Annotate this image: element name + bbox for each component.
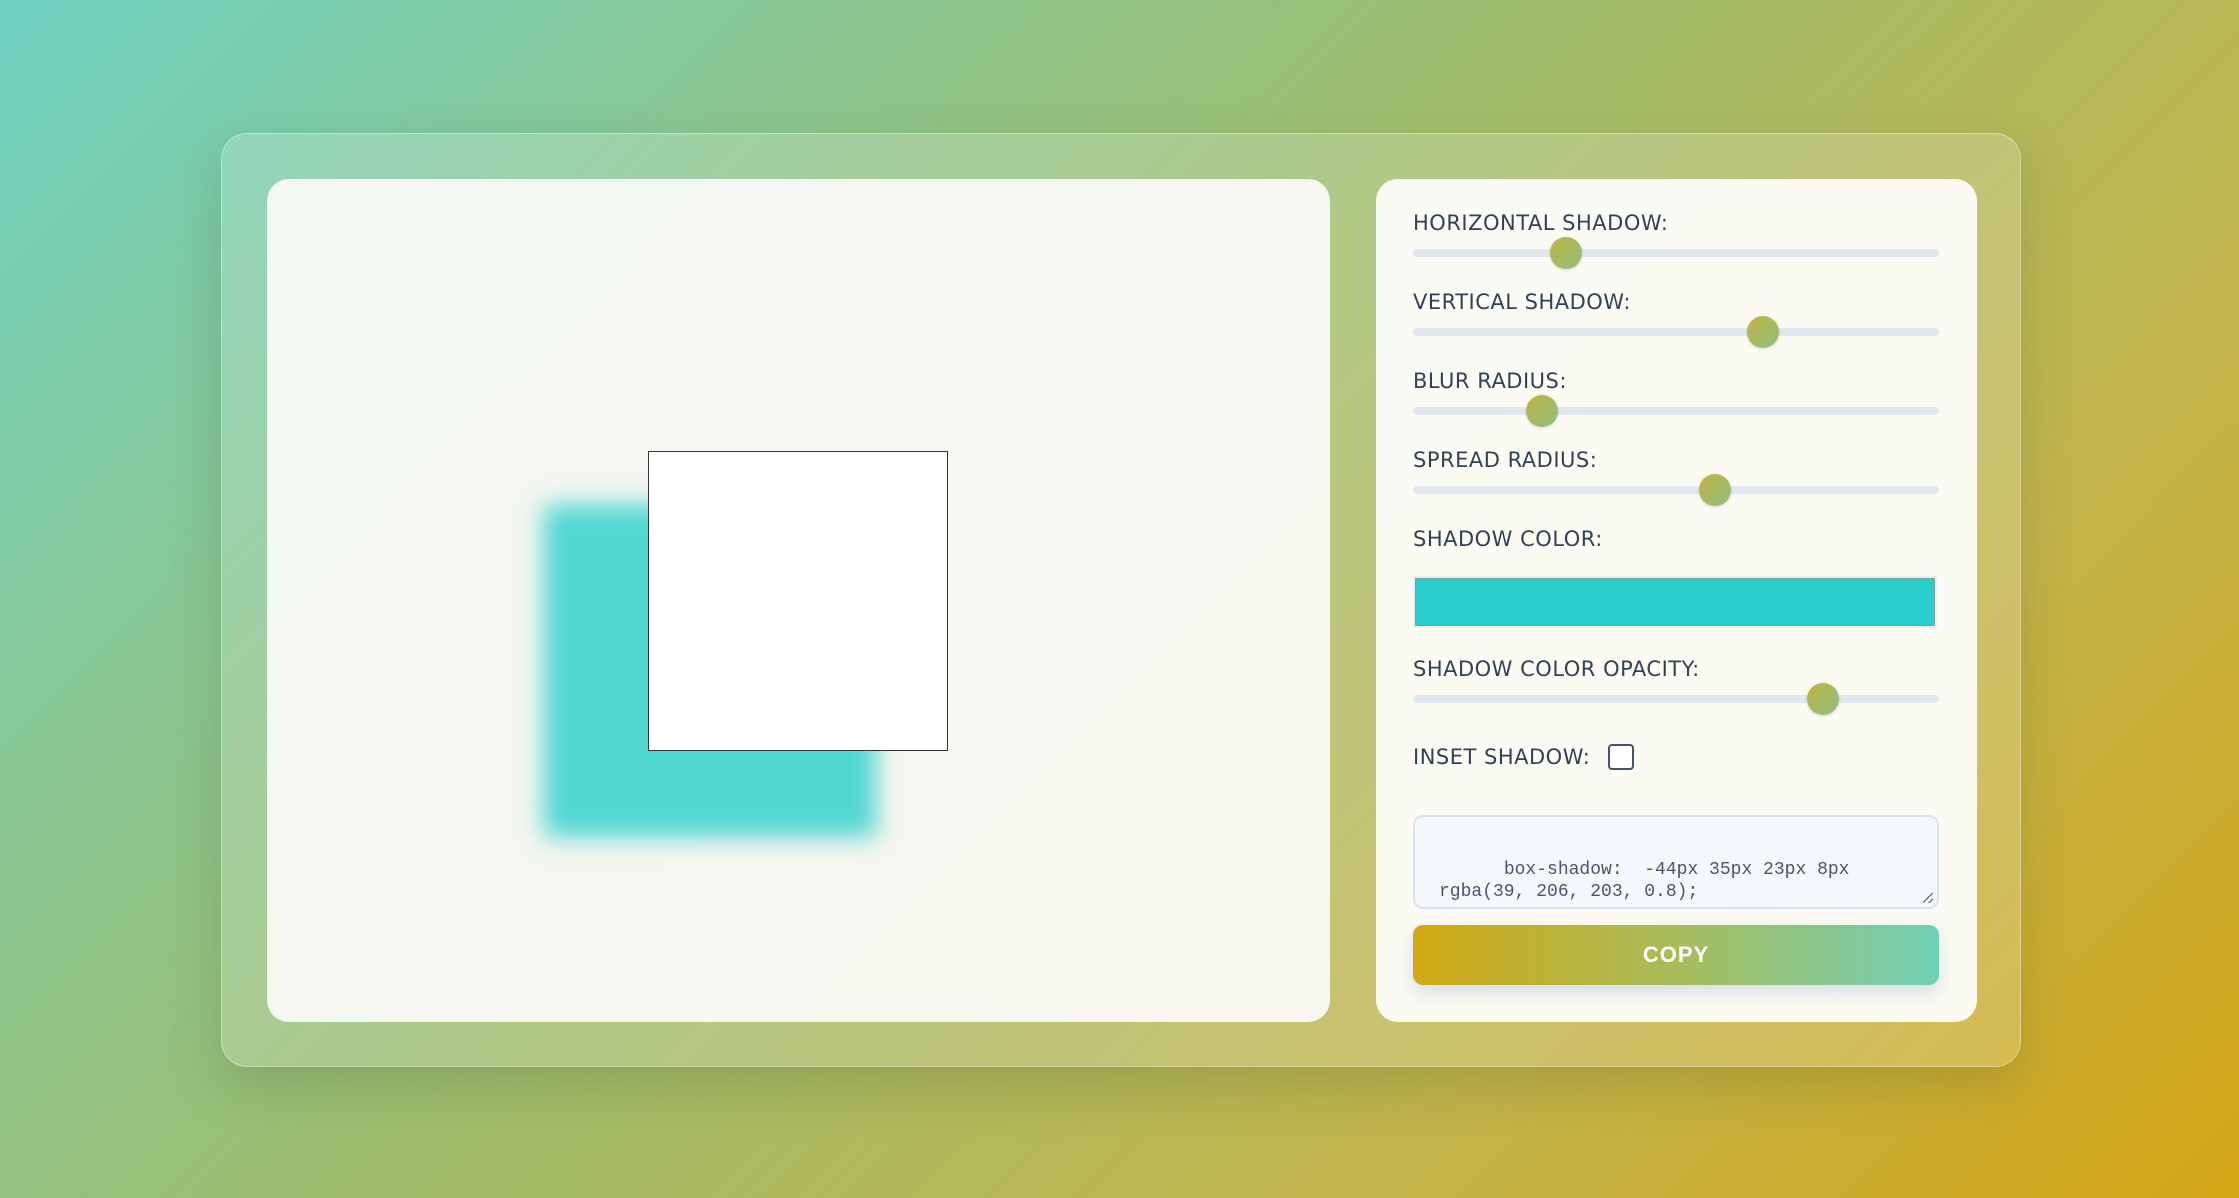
- shadow-opacity-thumb[interactable]: [1807, 683, 1840, 715]
- vertical-shadow-thumb[interactable]: [1746, 316, 1779, 348]
- inset-shadow-checkbox[interactable]: [1608, 744, 1635, 770]
- generator-card: HORIZONTAL SHADOW: VERTICAL SHADOW: BLUR…: [221, 133, 2021, 1067]
- css-output-textarea[interactable]: box-shadow: -44px 35px 23px 8px rgba(39,…: [1413, 815, 1939, 909]
- horizontal-shadow-slider[interactable]: [1413, 237, 1939, 269]
- preview-panel: [267, 179, 1330, 1022]
- inset-shadow-row: INSET SHADOW:: [1413, 742, 1635, 772]
- horizontal-shadow-thumb[interactable]: [1549, 237, 1582, 269]
- spread-radius-thumb[interactable]: [1699, 474, 1732, 506]
- shadow-opacity-label: SHADOW COLOR OPACITY:: [1413, 657, 1700, 681]
- preview-box: [648, 451, 948, 751]
- css-output-text: box-shadow: -44px 35px 23px 8px rgba(39,…: [1439, 860, 1850, 902]
- blur-radius-label: BLUR RADIUS:: [1413, 369, 1567, 393]
- resize-grip-icon[interactable]: [1923, 893, 1933, 903]
- vertical-shadow-slider[interactable]: [1413, 316, 1939, 348]
- inset-shadow-label: INSET SHADOW:: [1413, 745, 1591, 769]
- blur-radius-slider[interactable]: [1413, 395, 1939, 427]
- blur-radius-thumb[interactable]: [1525, 395, 1558, 427]
- spread-radius-label: SPREAD RADIUS:: [1413, 448, 1598, 472]
- shadow-color-picker[interactable]: [1415, 578, 1935, 626]
- horizontal-shadow-label: HORIZONTAL SHADOW:: [1413, 211, 1669, 235]
- spread-radius-slider[interactable]: [1413, 474, 1939, 506]
- shadow-opacity-slider[interactable]: [1413, 683, 1939, 715]
- vertical-shadow-label: VERTICAL SHADOW:: [1413, 290, 1631, 314]
- controls-panel: HORIZONTAL SHADOW: VERTICAL SHADOW: BLUR…: [1376, 179, 1977, 1022]
- shadow-color-label: SHADOW COLOR:: [1413, 527, 1603, 551]
- copy-button[interactable]: COPY: [1413, 925, 1939, 985]
